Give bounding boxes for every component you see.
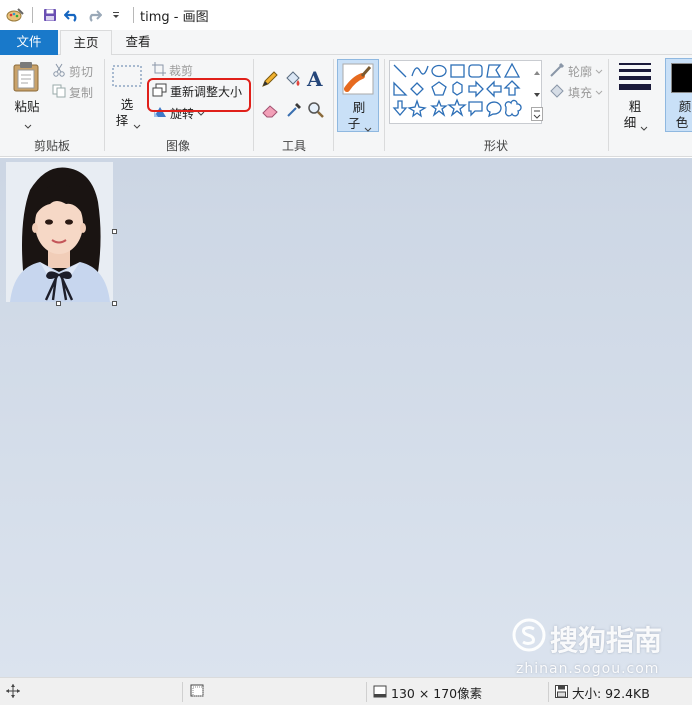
group-divider [384, 59, 385, 151]
undo-icon[interactable] [63, 6, 81, 24]
group-divider [608, 59, 609, 151]
selection-rectangle-icon [112, 65, 142, 90]
scroll-down-icon[interactable] [533, 87, 541, 101]
cursor-position-icon [6, 684, 20, 698]
resize-handle-right[interactable] [112, 229, 117, 234]
copy-button[interactable]: 复制 [52, 82, 93, 102]
cut-label: 剪切 [69, 64, 94, 79]
copy-label: 复制 [69, 85, 94, 100]
color1-swatch [671, 63, 692, 93]
brushes-label-bottom: 子 [347, 116, 361, 131]
scissors-icon [52, 63, 66, 80]
quick-access-toolbar [0, 6, 138, 24]
size-label-top: 粗 [628, 99, 642, 114]
crop-button[interactable]: 裁剪 [152, 60, 193, 80]
watermark-brand: 搜狗指南 [550, 623, 663, 657]
tab-home[interactable]: 主页 [60, 30, 112, 56]
select-label-top: 选 [120, 97, 134, 112]
toolbar-divider [32, 7, 33, 23]
image-size-icon [373, 685, 387, 701]
group-divider [104, 59, 105, 151]
gallery-expand-icon[interactable] [531, 107, 543, 124]
portrait-photo [6, 162, 113, 302]
watermark-url: zhinan.sogou.com [516, 661, 660, 677]
group-divider [333, 59, 334, 151]
clipboard-group-label: 剪贴板 [33, 139, 70, 153]
brushes-label-top: 刷 [352, 100, 366, 115]
chevron-down-icon [133, 119, 141, 133]
select-label-bottom: 择 [115, 113, 129, 128]
size-label-bottom: 细 [623, 115, 637, 130]
color1-button[interactable]: 颜 色 [665, 58, 692, 132]
magnifier-icon[interactable] [307, 101, 325, 122]
canvas-image[interactable] [6, 162, 113, 302]
eraser-icon[interactable] [261, 102, 279, 121]
chevron-down-icon [640, 121, 648, 135]
pencil-icon[interactable] [261, 70, 279, 91]
toolbar-divider [133, 7, 134, 23]
image-dimensions: 130 × 170像素 [373, 683, 482, 702]
paste-button[interactable]: 粘贴 [8, 59, 48, 133]
resize-handle-corner[interactable] [112, 301, 117, 306]
window-title: timg - 画图 [140, 9, 209, 25]
fill-icon [549, 83, 565, 102]
shapes-group-label: 形状 [483, 139, 508, 153]
fill-bucket-icon[interactable] [284, 70, 302, 91]
status-divider [548, 682, 549, 702]
shapes-gallery[interactable] [389, 60, 542, 124]
status-bar: 130 × 170像素 大小: 92.4KB [0, 677, 692, 705]
image-group-label: 图像 [165, 139, 190, 153]
customize-dropdown-icon[interactable] [107, 6, 125, 24]
resize-highlight-box [147, 78, 251, 112]
scroll-up-icon[interactable] [533, 65, 541, 79]
shapes-gallery-icons [392, 62, 522, 118]
copy-icon [52, 84, 66, 101]
size-button[interactable]: 粗 细 [612, 59, 658, 133]
title-bar: timg - 画图 [0, 0, 692, 30]
fill-button[interactable]: 填充 [549, 82, 603, 102]
image-dimensions-text: 130 × 170像素 [391, 686, 483, 701]
status-divider [182, 682, 183, 702]
ribbon-tabs: 文件 主页 查看 [0, 30, 692, 56]
crop-icon [152, 61, 166, 79]
paint-app-icon[interactable] [6, 6, 24, 24]
chevron-down-icon [364, 122, 372, 136]
color1-label-bottom: 色 [675, 115, 689, 130]
tab-file[interactable]: 文件 [0, 30, 58, 55]
line-width-icon [618, 61, 652, 94]
file-size-text: 大小: 92.4KB [572, 686, 650, 701]
crop-label: 裁剪 [169, 63, 194, 78]
resize-handle-bottom[interactable] [56, 301, 61, 306]
save-icon[interactable] [41, 6, 59, 24]
select-button[interactable]: 选 择 [108, 61, 146, 135]
sogou-watermark: 搜狗指南 zhinan.sogou.com [512, 618, 662, 677]
text-tool-icon[interactable]: A [307, 67, 323, 91]
clipboard-icon [12, 61, 42, 96]
group-divider [253, 59, 254, 151]
canvas-workspace[interactable] [0, 158, 692, 677]
outline-button[interactable]: 轮廓 [549, 61, 603, 81]
outline-label: 轮廓 [568, 64, 593, 79]
tab-view[interactable]: 查看 [114, 30, 162, 55]
chevron-down-icon [595, 64, 603, 78]
sogou-logo-icon [512, 618, 546, 659]
paste-label: 粘贴 [14, 99, 40, 114]
redo-icon[interactable] [85, 6, 103, 24]
brush-icon [342, 63, 374, 98]
brushes-button[interactable]: 刷 子 [337, 59, 379, 132]
cut-button[interactable]: 剪切 [52, 61, 93, 81]
outline-icon [549, 62, 565, 81]
ribbon: 粘贴 剪切 复制 剪贴板 选 择 裁剪 重新调整大小 旋转 图像 A 工具 刷 … [0, 55, 692, 157]
selection-size-icon [190, 684, 204, 698]
fill-label: 填充 [568, 85, 593, 100]
chevron-down-icon [595, 85, 603, 99]
tools-group-label: 工具 [281, 139, 306, 153]
file-size: 大小: 92.4KB [555, 683, 650, 702]
color-picker-icon[interactable] [285, 101, 303, 122]
disk-icon [555, 684, 568, 701]
status-divider [366, 682, 367, 702]
shapes-scrollbar[interactable] [531, 61, 543, 123]
color1-label-top: 颜 [678, 99, 692, 114]
chevron-down-icon [24, 119, 32, 133]
